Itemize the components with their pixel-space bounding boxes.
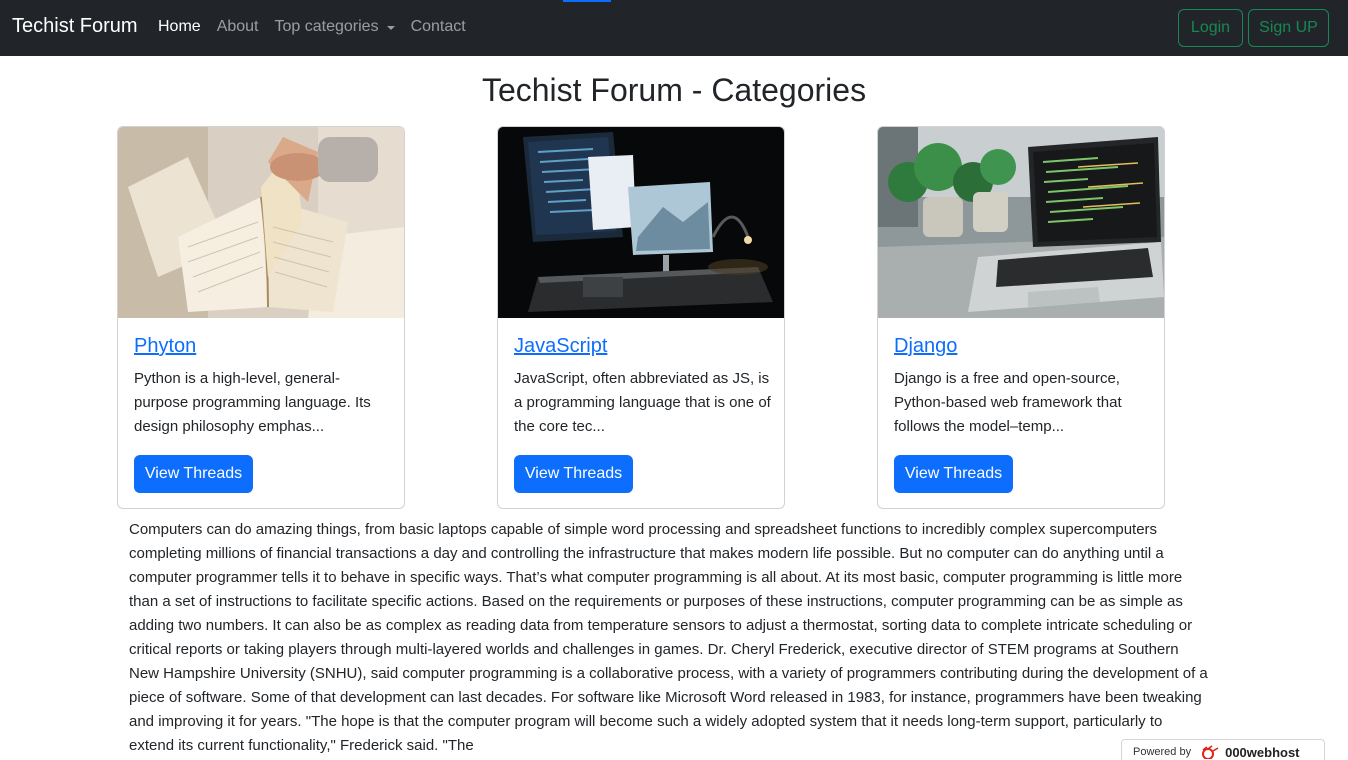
brand-logo[interactable]: Techist Forum (12, 15, 138, 38)
card-image-book (118, 127, 404, 318)
signup-button[interactable]: Sign UP (1248, 9, 1329, 47)
nav-accent-bar (563, 0, 611, 2)
nav-link-home[interactable]: Home (158, 18, 201, 36)
login-button[interactable]: Login (1178, 9, 1243, 47)
nav-link-about[interactable]: About (217, 18, 259, 36)
webhost-logo-icon (1199, 745, 1221, 760)
nav-dropdown-label: Top categories (274, 18, 379, 35)
card-description: Django is a free and open-source, Python… (894, 370, 1122, 435)
caret-down-icon (386, 26, 395, 30)
nav-dropdown-top-categories[interactable]: Top categories (275, 18, 395, 36)
page-title: Techist Forum - Categories (481, 72, 867, 108)
top-navbar: Techist Forum Home About Top categories … (0, 0, 1348, 56)
nav-links: Home About Top categories Contact (158, 18, 482, 36)
category-card-python: Phyton Python is a high-level, general-p… (117, 126, 405, 509)
nav-link-contact[interactable]: Contact (411, 18, 466, 36)
card-image-laptop (878, 127, 1164, 318)
badge-brand: 000webhost (1225, 744, 1300, 760)
card-title-link[interactable]: JavaScript (514, 335, 607, 358)
view-threads-button[interactable]: View Threads (514, 455, 633, 493)
card-description: Python is a high-level, general-purpose … (134, 370, 371, 435)
card-image-desk (498, 127, 784, 318)
view-threads-button[interactable]: View Threads (134, 455, 253, 493)
card-title-link[interactable]: Django (894, 335, 957, 358)
card-title-link[interactable]: Phyton (134, 335, 196, 358)
about-paragraph: Computers can do amazing things, from ba… (129, 521, 1208, 754)
card-description: JavaScript, often abbreviated as JS, is … (514, 370, 771, 435)
view-threads-button[interactable]: View Threads (894, 455, 1013, 493)
hosting-badge[interactable]: Powered by 000webhost (1121, 739, 1325, 760)
category-card-javascript: JavaScript JavaScript, often abbreviated… (497, 126, 785, 509)
badge-prefix: Powered by (1133, 746, 1192, 758)
category-card-django: Django Django is a free and open-source,… (877, 126, 1165, 509)
